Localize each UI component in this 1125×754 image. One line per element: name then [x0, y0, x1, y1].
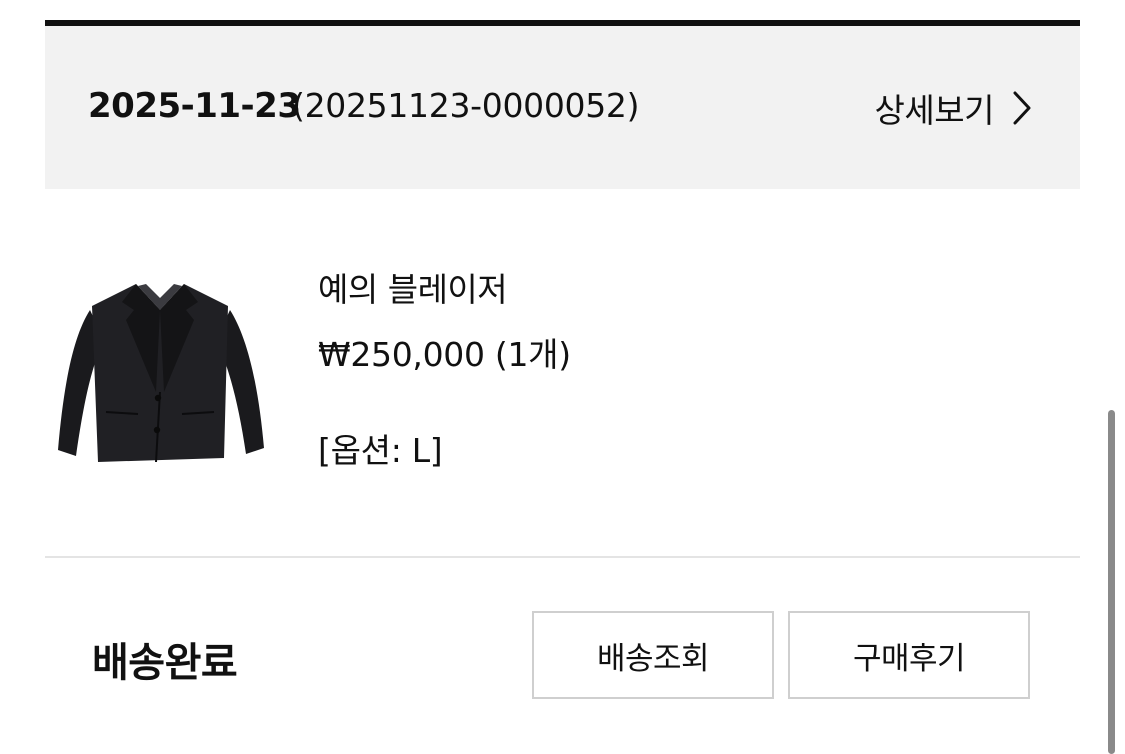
order-number: (20251123-0000052) — [292, 86, 640, 125]
chevron-right-icon — [1012, 90, 1032, 126]
write-review-button[interactable]: 구매후기 — [788, 611, 1030, 699]
detail-view-label: 상세보기 — [874, 91, 995, 130]
order-date: 2025-11-23 — [88, 86, 301, 126]
detail-view-link[interactable]: 상세보기 — [875, 84, 1032, 132]
scrollbar-thumb[interactable] — [1108, 410, 1115, 754]
product-image[interactable] — [52, 280, 268, 468]
product-option: [옵션: L] — [318, 431, 443, 470]
delivery-status: 배송완료 — [92, 640, 238, 686]
track-delivery-button[interactable]: 배송조회 — [532, 611, 774, 699]
divider — [45, 556, 1080, 558]
product-price: ₩250,000 (1개) — [318, 335, 571, 374]
order-card: 2025-11-23 (20251123-0000052) 상세보기 예의 블레… — [0, 0, 1125, 754]
order-header: 2025-11-23 (20251123-0000052) 상세보기 — [45, 26, 1080, 189]
product-name[interactable]: 예의 블레이저 — [318, 263, 508, 311]
